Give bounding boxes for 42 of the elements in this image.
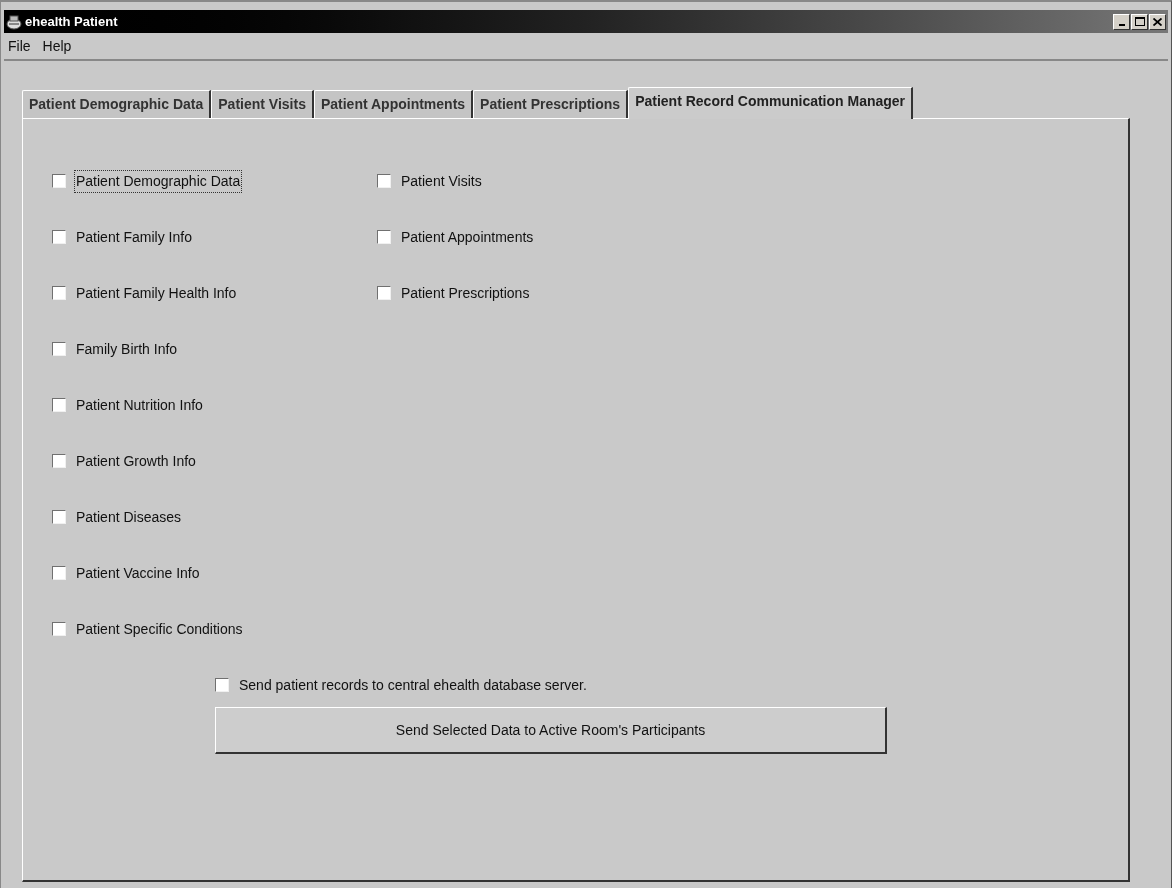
checkbox[interactable] <box>52 398 66 412</box>
checkbox-label: Patient Prescriptions <box>400 283 531 303</box>
checkbox-label: Patient Nutrition Info <box>75 395 204 415</box>
menu-item[interactable]: Help <box>42 35 72 57</box>
checkbox[interactable] <box>377 286 391 300</box>
close-button[interactable] <box>1149 13 1166 30</box>
tab[interactable]: Patient Record Communication Manager <box>628 87 914 119</box>
checkbox-label: Patient Specific Conditions <box>75 619 244 639</box>
tab[interactable]: Patient Demographic Data <box>22 90 212 118</box>
checkbox-label: Patient Family Info <box>75 227 193 247</box>
checkbox-label: Family Birth Info <box>75 339 179 359</box>
checkbox-label: Send patient records to central ehealth database server. <box>238 675 588 695</box>
checkbox[interactable] <box>215 678 229 692</box>
checkbox[interactable] <box>52 566 66 580</box>
maximize-button[interactable] <box>1131 13 1148 30</box>
checkbox[interactable] <box>52 622 66 636</box>
checkbox[interactable] <box>52 286 66 300</box>
checkbox[interactable] <box>377 230 391 244</box>
checkbox-label: Patient Growth Info <box>75 451 197 471</box>
window-title: ehealth Patient <box>25 12 118 31</box>
checkbox-label: Patient Demographic Data <box>75 170 242 192</box>
minimize-icon <box>1118 23 1125 26</box>
minimize-button[interactable] <box>1113 13 1130 30</box>
checkbox[interactable] <box>52 342 66 356</box>
checkbox-label: Patient Diseases <box>75 507 183 527</box>
checkbox[interactable] <box>52 454 66 468</box>
checkbox[interactable] <box>52 174 66 188</box>
checkbox-label: Patient Vaccine Info <box>75 563 201 583</box>
send-button[interactable]: Send Selected Data to Active Room's Participants <box>215 707 887 754</box>
app-icon <box>6 13 22 30</box>
tab[interactable]: Patient Prescriptions <box>473 90 629 118</box>
checkbox[interactable] <box>377 174 391 188</box>
checkbox-label: Patient Appointments <box>400 227 535 247</box>
checkbox[interactable] <box>52 510 66 524</box>
tab[interactable]: Patient Visits <box>211 90 314 118</box>
maximize-icon <box>1134 17 1145 26</box>
checkbox[interactable] <box>52 230 66 244</box>
checkbox-label: Patient Visits <box>400 171 483 191</box>
tab[interactable]: Patient Appointments <box>313 90 474 118</box>
menu-item[interactable]: File <box>8 35 31 57</box>
close-icon <box>1153 17 1162 26</box>
checkbox-label: Patient Family Health Info <box>75 283 238 303</box>
